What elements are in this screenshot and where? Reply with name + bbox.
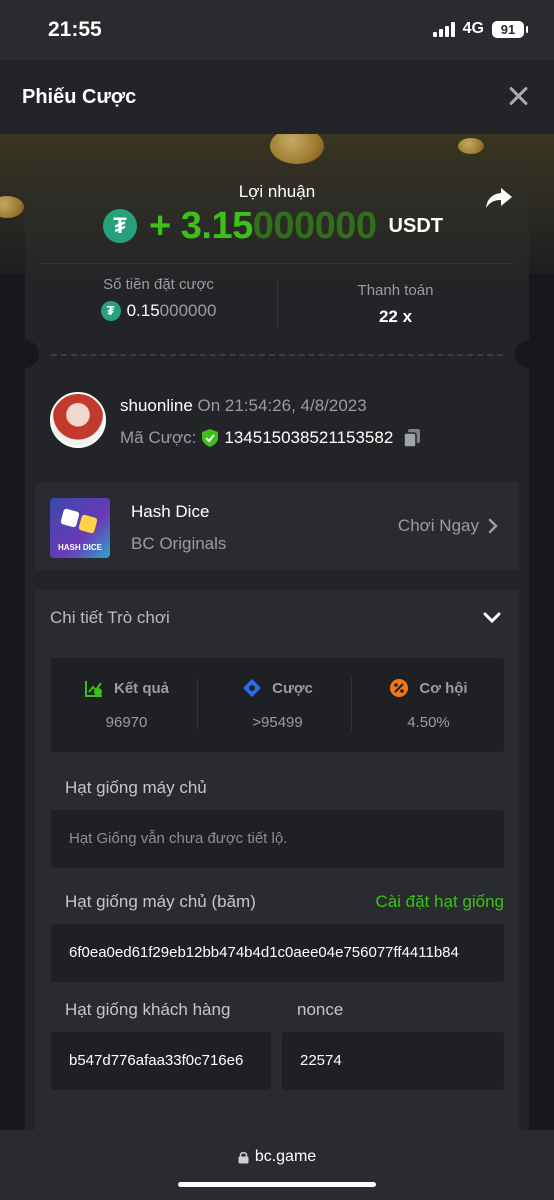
result-summary: Kết quả 96970 Cược >95499 Cơ hội 4.50%: [51, 658, 504, 752]
status-time: 21:55: [48, 18, 102, 41]
coin-decoration: [0, 196, 24, 218]
ticket-notch-right: [515, 340, 543, 368]
chance-value: 4.50%: [407, 714, 450, 731]
copy-icon[interactable]: [403, 428, 421, 448]
result-separator: [197, 678, 198, 730]
result-value: 96970: [105, 714, 148, 731]
profit-amount: + 3.15000000: [149, 205, 377, 248]
close-icon[interactable]: [508, 86, 528, 106]
result-header: Kết quả: [51, 678, 202, 698]
client-seed: b547d776afaa33f0c716e6: [69, 1052, 244, 1069]
network-type: 4G: [462, 20, 484, 37]
share-icon[interactable]: [485, 186, 513, 210]
browser-url-bar: bc.game: [0, 1130, 554, 1200]
nonce-value: 22574: [300, 1052, 342, 1069]
divider: [40, 263, 514, 264]
client-seed-field[interactable]: b547d776afaa33f0c716e6: [51, 1032, 271, 1090]
signal-icon: [432, 21, 455, 37]
play-now-link[interactable]: Chơi Ngay: [398, 516, 479, 536]
result-column: Kết quả 96970: [51, 678, 202, 731]
server-seed-hash-field[interactable]: 6f0ea0ed61f29eb12bb474b4d1c0aee04e756077…: [51, 924, 504, 982]
bet-label: Cược: [272, 679, 313, 697]
profit-sign: +: [149, 204, 181, 247]
set-seed-link[interactable]: Cài đặt hạt giống: [375, 892, 504, 912]
chevron-down-icon[interactable]: [483, 612, 501, 624]
result-label: Kết quả: [113, 679, 169, 697]
server-seed-label: Hạt giống máy chủ: [65, 778, 207, 797]
username[interactable]: shuonline: [120, 396, 193, 415]
game-thumbnail[interactable]: HASH DICE: [50, 498, 110, 558]
bet-id-line: Mã Cược: 134515038521153582: [120, 428, 421, 448]
payout-value: 22 x: [378, 307, 413, 326]
chance-label: Cơ hội: [419, 679, 468, 697]
dice-decoration: [78, 514, 98, 534]
game-details-panel: Chi tiết Trò chơi Kết quả 96970 Cược >95…: [35, 590, 519, 1130]
result-chart-icon: [84, 681, 102, 697]
bet-column: Cược >95499: [202, 678, 353, 731]
coin-decoration: [270, 134, 324, 164]
profit-label: Lợi nhuận: [238, 182, 316, 201]
server-seed-placeholder: Hạt Giống vẫn chưa được tiết lộ.: [69, 830, 288, 847]
result-separator: [351, 678, 352, 730]
server-seed-hash: 6f0ea0ed61f29eb12bb474b4d1c0aee04e756077…: [69, 944, 459, 961]
profit-amount-decimals: 000000: [252, 204, 377, 247]
chance-column: Cơ hội 4.50%: [353, 678, 504, 731]
ticket-notch-left: [11, 340, 39, 368]
game-thumbnail-text: HASH DICE: [57, 543, 102, 552]
game-row[interactable]: HASH DICE Hash Dice BC Originals Chơi Ng…: [35, 482, 519, 570]
user-row: shuonline On 21:54:26, 4/8/2023 Mã Cược:…: [50, 392, 510, 452]
shield-check-icon: [202, 429, 219, 447]
server-seed-field[interactable]: Hạt Giống vẫn chưa được tiết lộ.: [51, 810, 504, 868]
status-bar: 21:55 4G 91: [0, 0, 554, 60]
tether-icon: ₮: [103, 209, 137, 243]
nonce-field[interactable]: 22574: [282, 1032, 504, 1090]
url-display[interactable]: bc.game: [0, 1148, 554, 1166]
game-provider: BC Originals: [131, 534, 227, 553]
bet-time-prefix: On: [192, 396, 225, 415]
profit-row: ₮ + 3.15000000 USDT: [103, 204, 443, 248]
game-name: Hash Dice: [131, 502, 210, 521]
bet-id: 134515038521153582: [224, 428, 394, 447]
bet-amount-main: 0.15: [126, 301, 160, 320]
modal-header: Phiếu Cược: [0, 60, 554, 134]
avatar[interactable]: [50, 392, 106, 448]
dashed-divider: [51, 354, 503, 356]
payout-label: Thanh toán: [357, 282, 434, 299]
url-text: bc.game: [254, 1148, 317, 1165]
bet-amount-stat: Số tiền đặt cược ₮ 0.15000000: [40, 276, 277, 321]
bet-value: >95499: [252, 714, 303, 731]
client-seed-label: Hạt giống khách hàng: [65, 1000, 231, 1019]
bet-datetime: 21:54:26, 4/8/2023: [224, 396, 367, 415]
bet-card: Lợi nhuận ₮ + 3.15000000 USDT Số tiền đặ…: [11, 164, 543, 1130]
coin-decoration: [458, 138, 484, 154]
server-seed-hash-label: Hạt giống máy chủ (băm): [65, 892, 256, 911]
home-indicator[interactable]: [178, 1182, 376, 1187]
bet-header: Cược: [202, 678, 353, 698]
chevron-right-icon[interactable]: [487, 518, 499, 534]
nonce-label: nonce: [297, 1000, 344, 1019]
bet-slip-content: Lợi nhuận ₮ + 3.15000000 USDT Số tiền đặ…: [0, 134, 554, 1130]
battery-icon: 91: [492, 20, 528, 38]
profit-currency: USDT: [388, 214, 443, 237]
page-title: Phiếu Cược: [22, 86, 137, 108]
percent-icon: [390, 679, 409, 697]
game-details-title[interactable]: Chi tiết Trò chơi: [50, 608, 170, 628]
chance-header: Cơ hội: [353, 678, 504, 698]
lock-icon: [238, 1151, 249, 1163]
payout-stat: Thanh toán 22 x: [277, 282, 514, 327]
bet-amount-value: ₮ 0.15000000: [40, 301, 277, 321]
user-info: shuonline On 21:54:26, 4/8/2023: [120, 396, 367, 416]
bet-amount-decimals: 000000: [159, 301, 217, 320]
dice-decoration: [60, 508, 80, 528]
bet-tag-icon: [243, 679, 262, 697]
status-indicators: 4G 91: [432, 20, 528, 38]
bet-amount-label: Số tiền đặt cược: [103, 276, 214, 293]
tether-icon: ₮: [100, 301, 121, 321]
profit-amount-main: 3.15: [180, 204, 253, 247]
bet-id-label: Mã Cược:: [120, 428, 197, 447]
